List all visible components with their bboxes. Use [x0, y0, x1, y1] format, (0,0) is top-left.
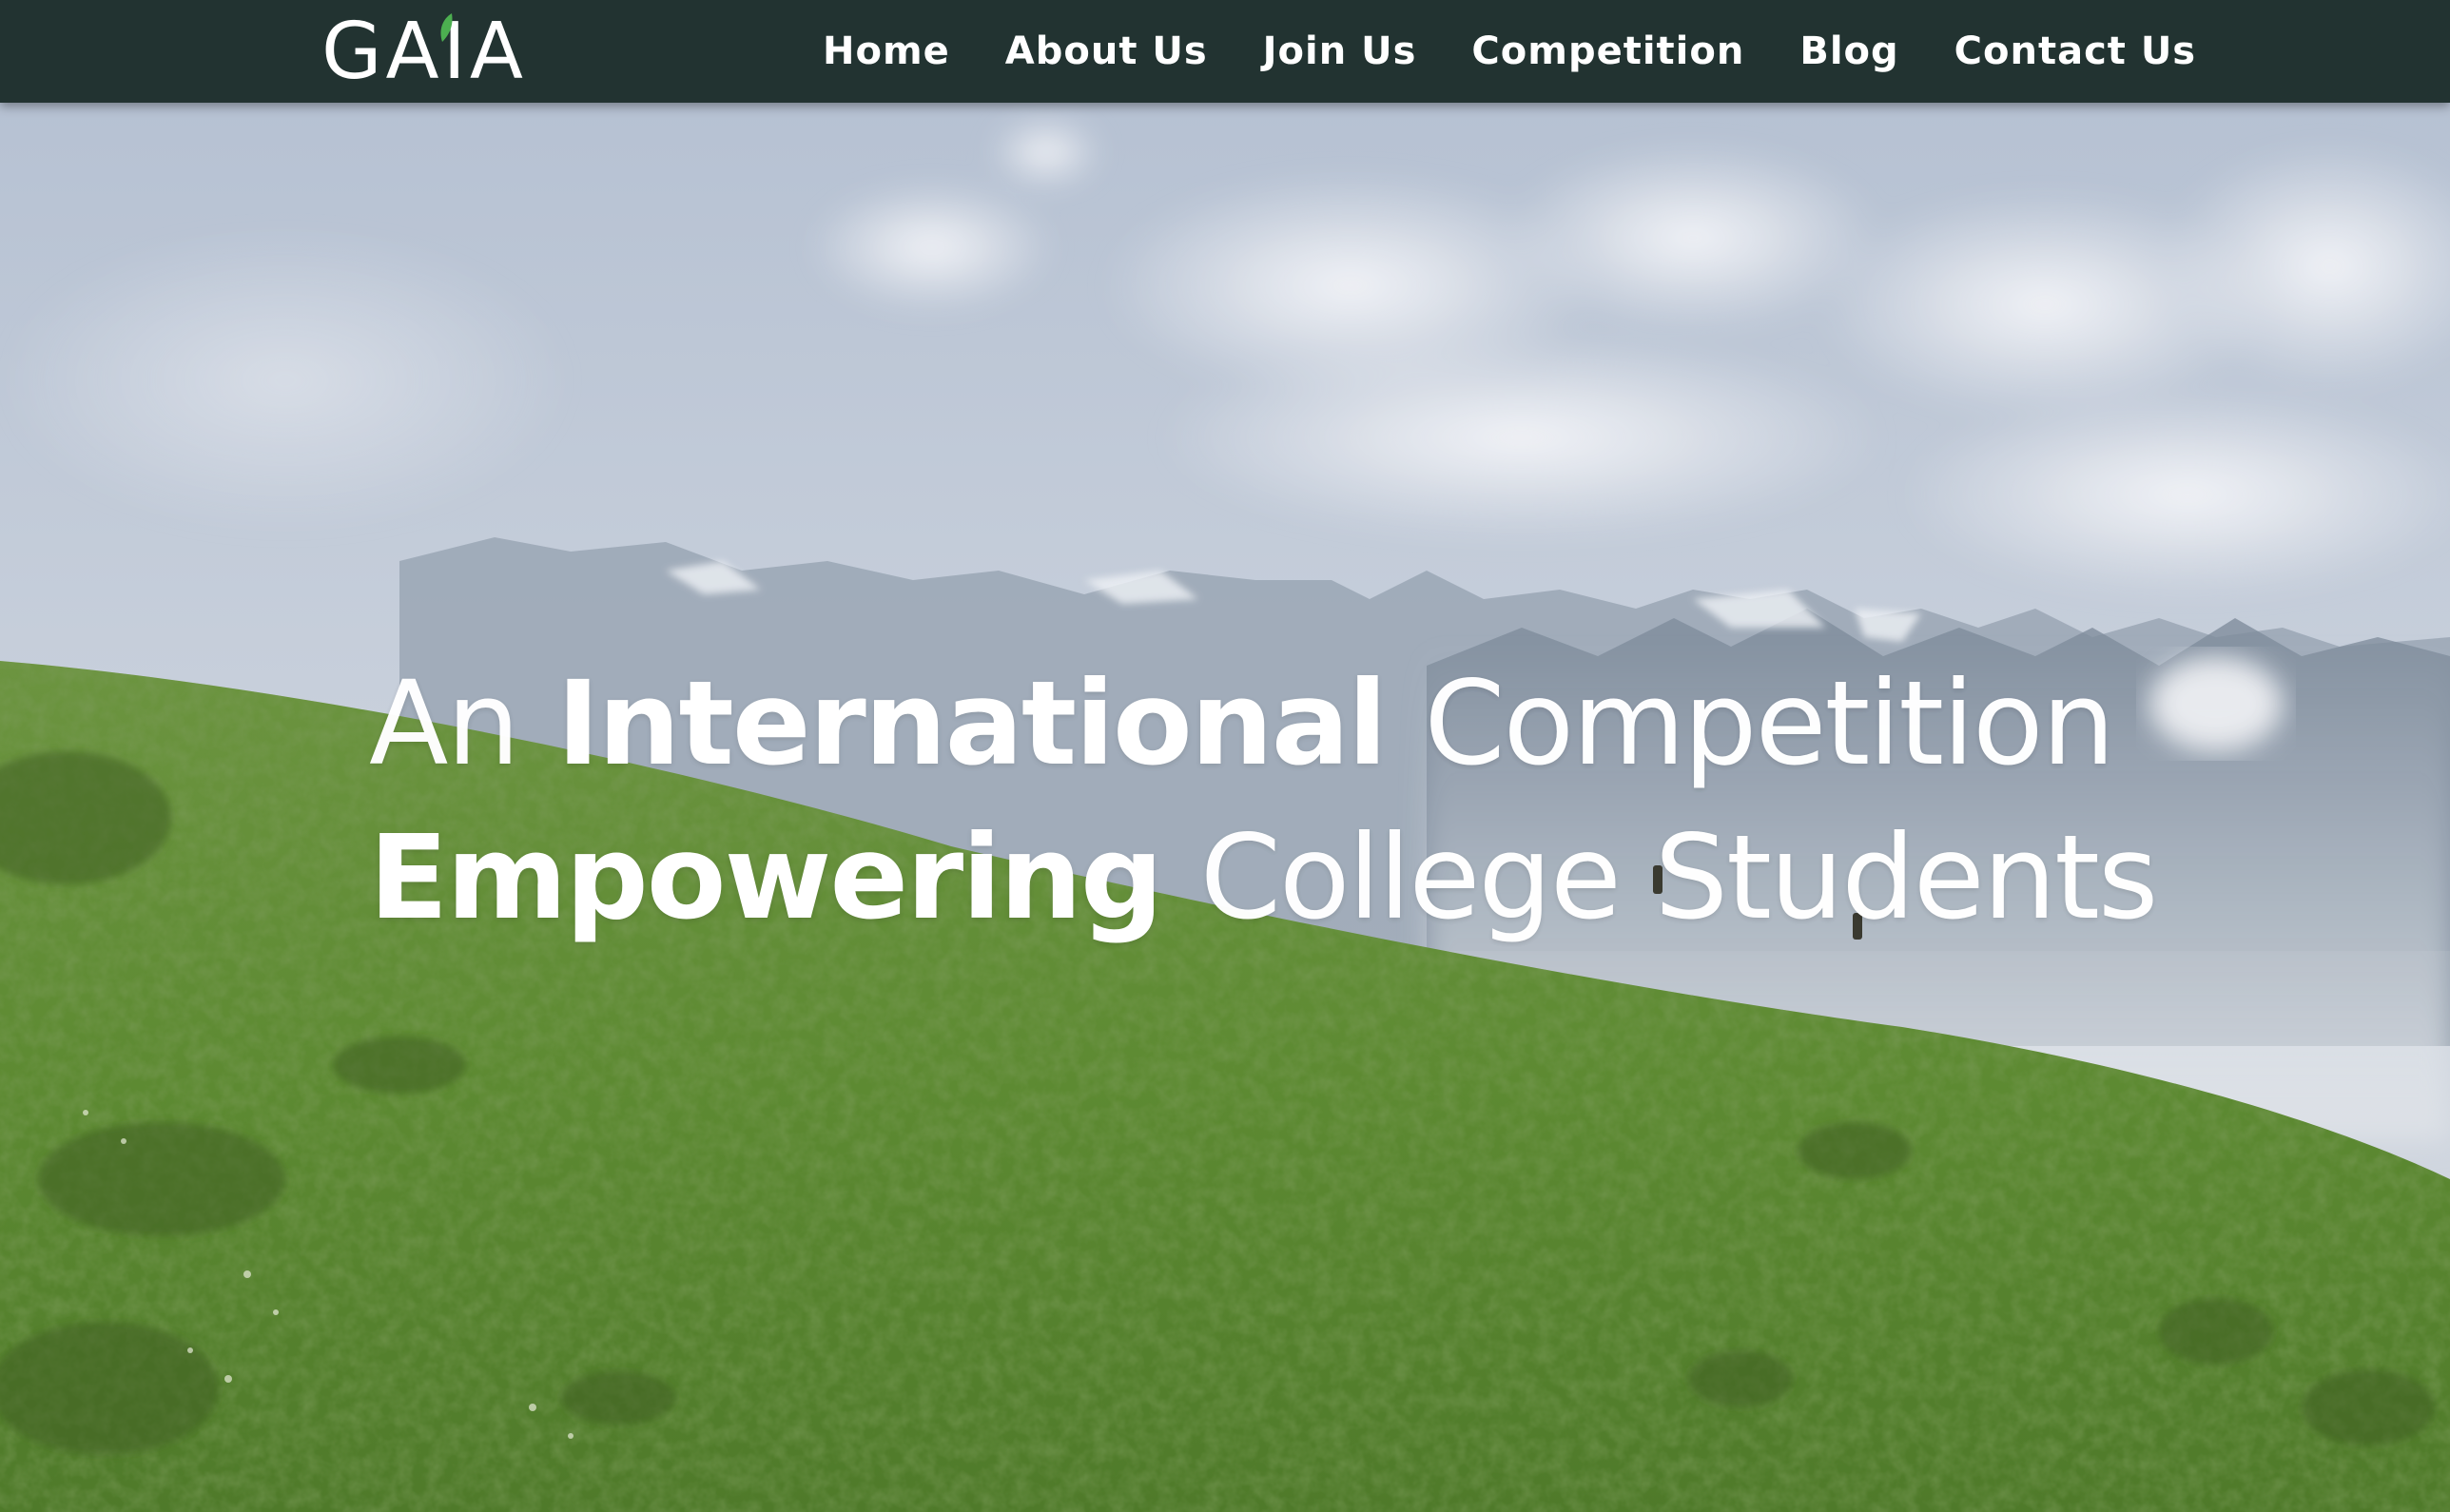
- main-nav: Home About Us Join Us Competition Blog C…: [823, 0, 2196, 103]
- nav-about-us[interactable]: About Us: [1005, 29, 1208, 73]
- page: GAIA Home About Us Join Us Competition B…: [0, 0, 2450, 1512]
- hero-word-competition: Competition: [1424, 656, 2115, 791]
- hero-headline-line-1: An International Competition: [369, 647, 2271, 801]
- hero-word-an: An: [369, 656, 520, 791]
- top-navbar: GAIA Home About Us Join Us Competition B…: [0, 0, 2450, 103]
- nav-competition[interactable]: Competition: [1471, 29, 1744, 73]
- nav-join-us[interactable]: Join Us: [1263, 29, 1417, 73]
- hero-words-college-students: College Students: [1199, 810, 2159, 945]
- nav-home[interactable]: Home: [823, 29, 950, 73]
- nav-blog[interactable]: Blog: [1799, 29, 1898, 73]
- hero-word-international: International: [556, 656, 1388, 791]
- nav-contact-us[interactable]: Contact Us: [1954, 29, 2196, 73]
- gaia-logo[interactable]: GAIA: [321, 6, 527, 97]
- hero-word-empowering: Empowering: [369, 810, 1163, 945]
- leaf-icon: [440, 13, 453, 42]
- hero-headline-line-2: Empowering College Students: [369, 801, 2271, 955]
- hero-headline: An International Competition Empowering …: [369, 647, 2271, 955]
